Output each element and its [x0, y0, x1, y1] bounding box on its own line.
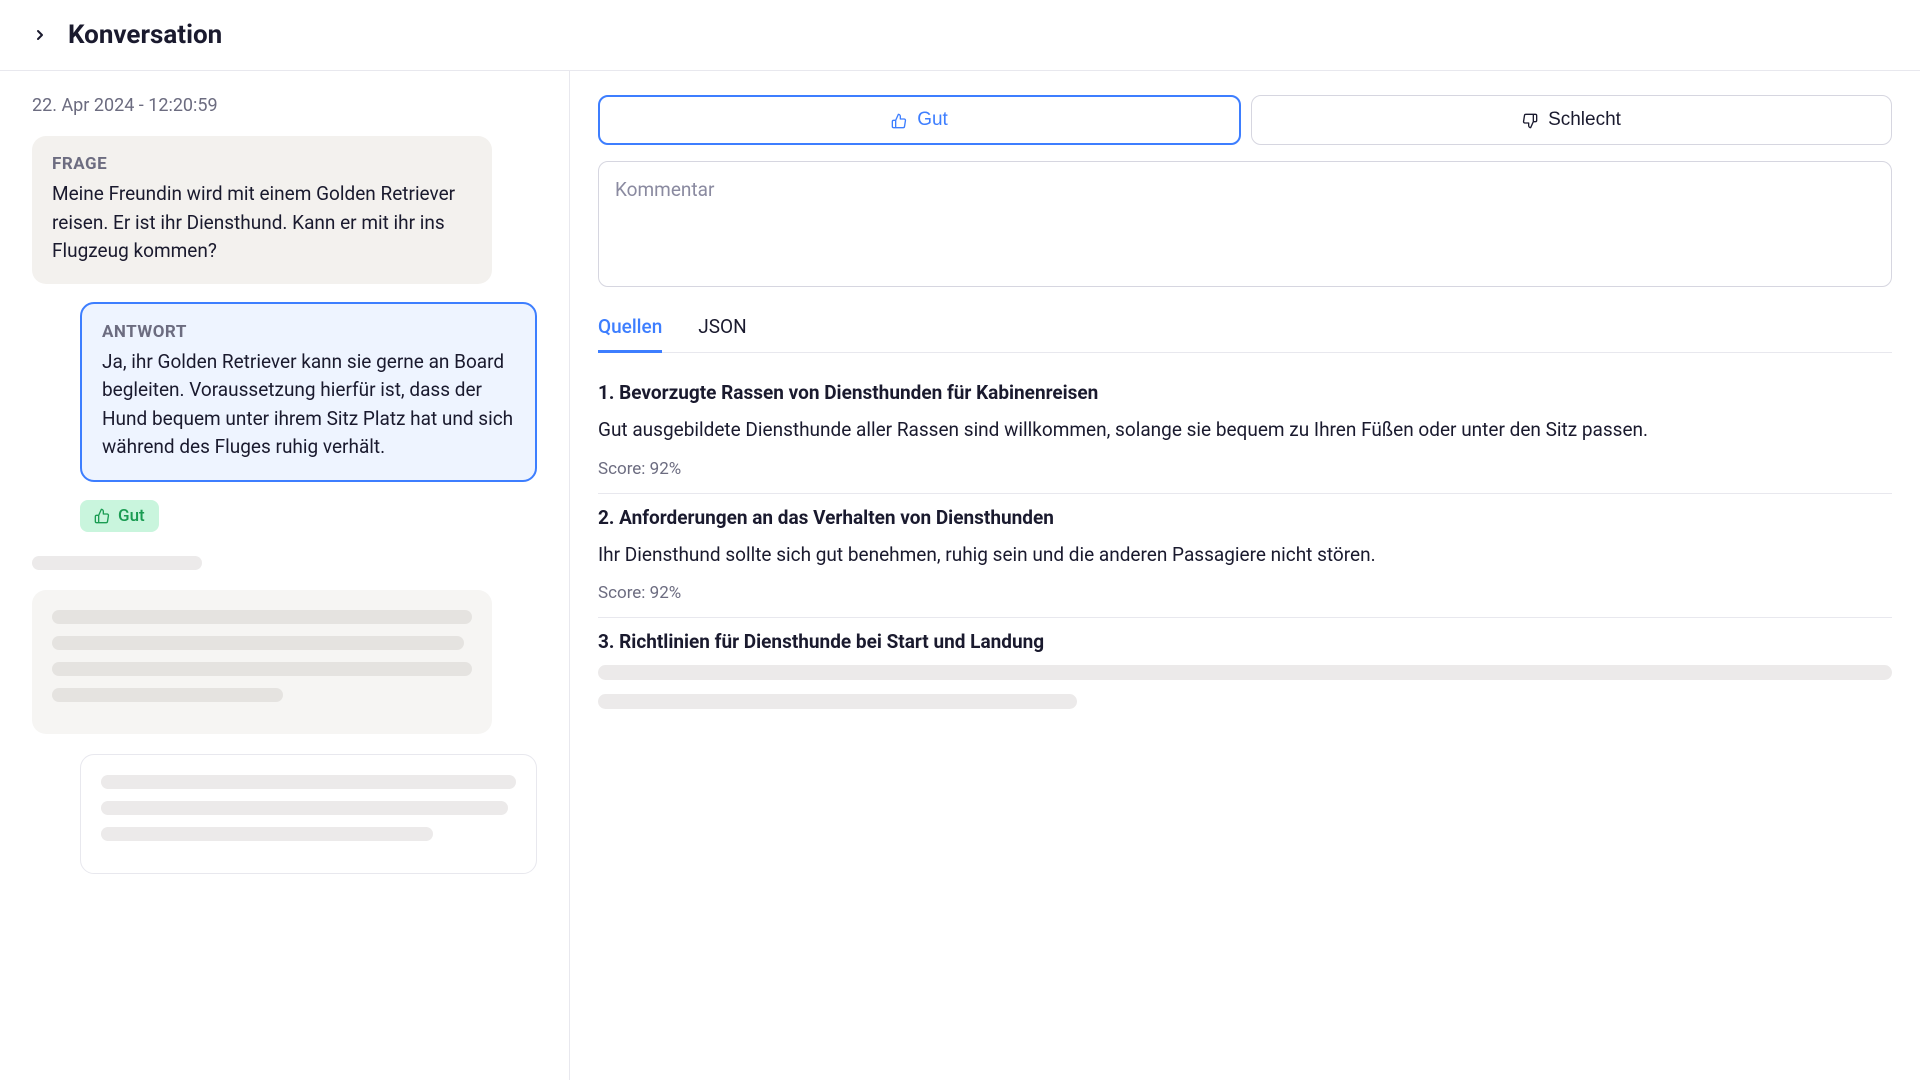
- source-item: 2. Anforderungen an das Verhalten von Di…: [598, 506, 1892, 619]
- thumbs-up-icon: [891, 112, 907, 128]
- good-button[interactable]: Gut: [598, 95, 1241, 145]
- rating-label: Gut: [118, 506, 145, 526]
- tabs: Quellen JSON: [598, 315, 1892, 353]
- source-body: Ihr Diensthund sollte sich gut benehmen,…: [598, 541, 1892, 570]
- answer-bubble[interactable]: ANTWORT Ja, ihr Golden Retriever kann si…: [80, 302, 537, 482]
- details-pane: Gut Schlecht Quellen JSON 1. Bevorzugte …: [570, 71, 1920, 1080]
- feedback-buttons: Gut Schlecht: [598, 95, 1892, 145]
- tab-sources[interactable]: Quellen: [598, 315, 662, 353]
- page-header: Konversation: [0, 0, 1920, 71]
- rating-badge: Gut: [80, 500, 159, 532]
- question-text: Meine Freundin wird mit einem Golden Ret…: [52, 180, 472, 266]
- timestamp: 22. Apr 2024 - 12:20:59: [32, 95, 537, 116]
- tab-json[interactable]: JSON: [698, 315, 746, 353]
- source-body: Gut ausgebildete Diensthunde aller Rasse…: [598, 416, 1892, 445]
- skeleton-bubble: [32, 590, 492, 734]
- source-title: 3. Richtlinien für Diensthunde bei Start…: [598, 630, 1892, 653]
- answer-label: ANTWORT: [102, 322, 515, 342]
- thumbs-up-icon: [94, 508, 110, 524]
- conversation-pane: 22. Apr 2024 - 12:20:59 FRAGE Meine Freu…: [0, 71, 570, 1080]
- chevron-right-icon[interactable]: [32, 27, 48, 43]
- comment-input[interactable]: [615, 178, 1875, 266]
- bad-button[interactable]: Schlecht: [1251, 95, 1892, 145]
- source-title: 2. Anforderungen an das Verhalten von Di…: [598, 506, 1892, 529]
- source-title: 1. Bevorzugte Rassen von Diensthunden fü…: [598, 381, 1892, 404]
- source-item: 1. Bevorzugte Rassen von Diensthunden fü…: [598, 381, 1892, 494]
- source-score: Score: 92%: [598, 459, 1892, 479]
- good-button-label: Gut: [917, 109, 948, 131]
- skeleton-placeholder: [32, 556, 537, 570]
- source-item: 3. Richtlinien für Diensthunde bei Start…: [598, 630, 1892, 709]
- skeleton-bubble: [80, 754, 537, 874]
- thumbs-down-icon: [1522, 112, 1538, 128]
- bad-button-label: Schlecht: [1548, 109, 1621, 131]
- question-label: FRAGE: [52, 154, 472, 174]
- question-bubble: FRAGE Meine Freundin wird mit einem Gold…: [32, 136, 492, 284]
- source-score: Score: 92%: [598, 583, 1892, 603]
- skeleton-placeholder: [598, 665, 1892, 709]
- comment-box[interactable]: [598, 161, 1892, 287]
- answer-text: Ja, ihr Golden Retriever kann sie gerne …: [102, 348, 515, 462]
- page-title: Konversation: [68, 20, 222, 50]
